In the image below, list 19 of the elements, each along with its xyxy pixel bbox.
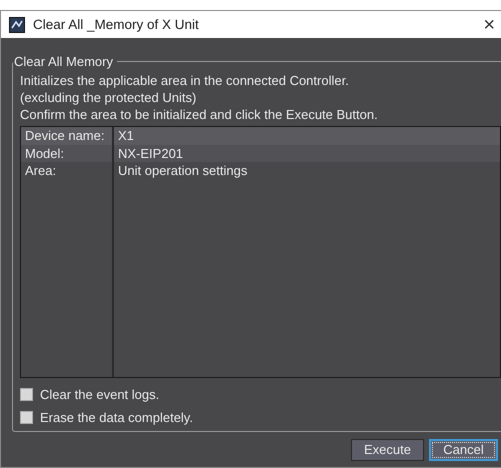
checkbox[interactable] xyxy=(20,388,33,401)
app-icon xyxy=(9,16,25,32)
dialog-button[interactable]: Execute xyxy=(351,439,424,461)
description-line: Confirm the area to be initialized and click the Execute Button. xyxy=(20,106,378,123)
group-title: Clear All Memory xyxy=(13,54,114,69)
close-icon[interactable]: × xyxy=(483,14,495,34)
checkbox-option[interactable]: Erase the data completely. xyxy=(20,410,193,425)
checkbox-option[interactable]: Clear the event logs. xyxy=(20,387,160,402)
label-cell: Device name: xyxy=(21,127,112,144)
value-cell-text: Unit operation settings xyxy=(117,162,248,180)
checkbox[interactable] xyxy=(20,411,33,424)
label-cell: Model: xyxy=(21,144,112,162)
label-cell-text: Area: xyxy=(24,162,58,180)
description-line: (excluding the protected Units) xyxy=(20,89,196,106)
description-line: Initializes the applicable area in the connected Controller. xyxy=(20,72,349,89)
dialog-button[interactable]: Cancel xyxy=(429,439,498,461)
value-cell: X1 xyxy=(114,127,500,144)
window-title: Clear All _Memory of X Unit xyxy=(33,17,200,32)
value-cell: NX-EIP201 xyxy=(114,144,500,162)
